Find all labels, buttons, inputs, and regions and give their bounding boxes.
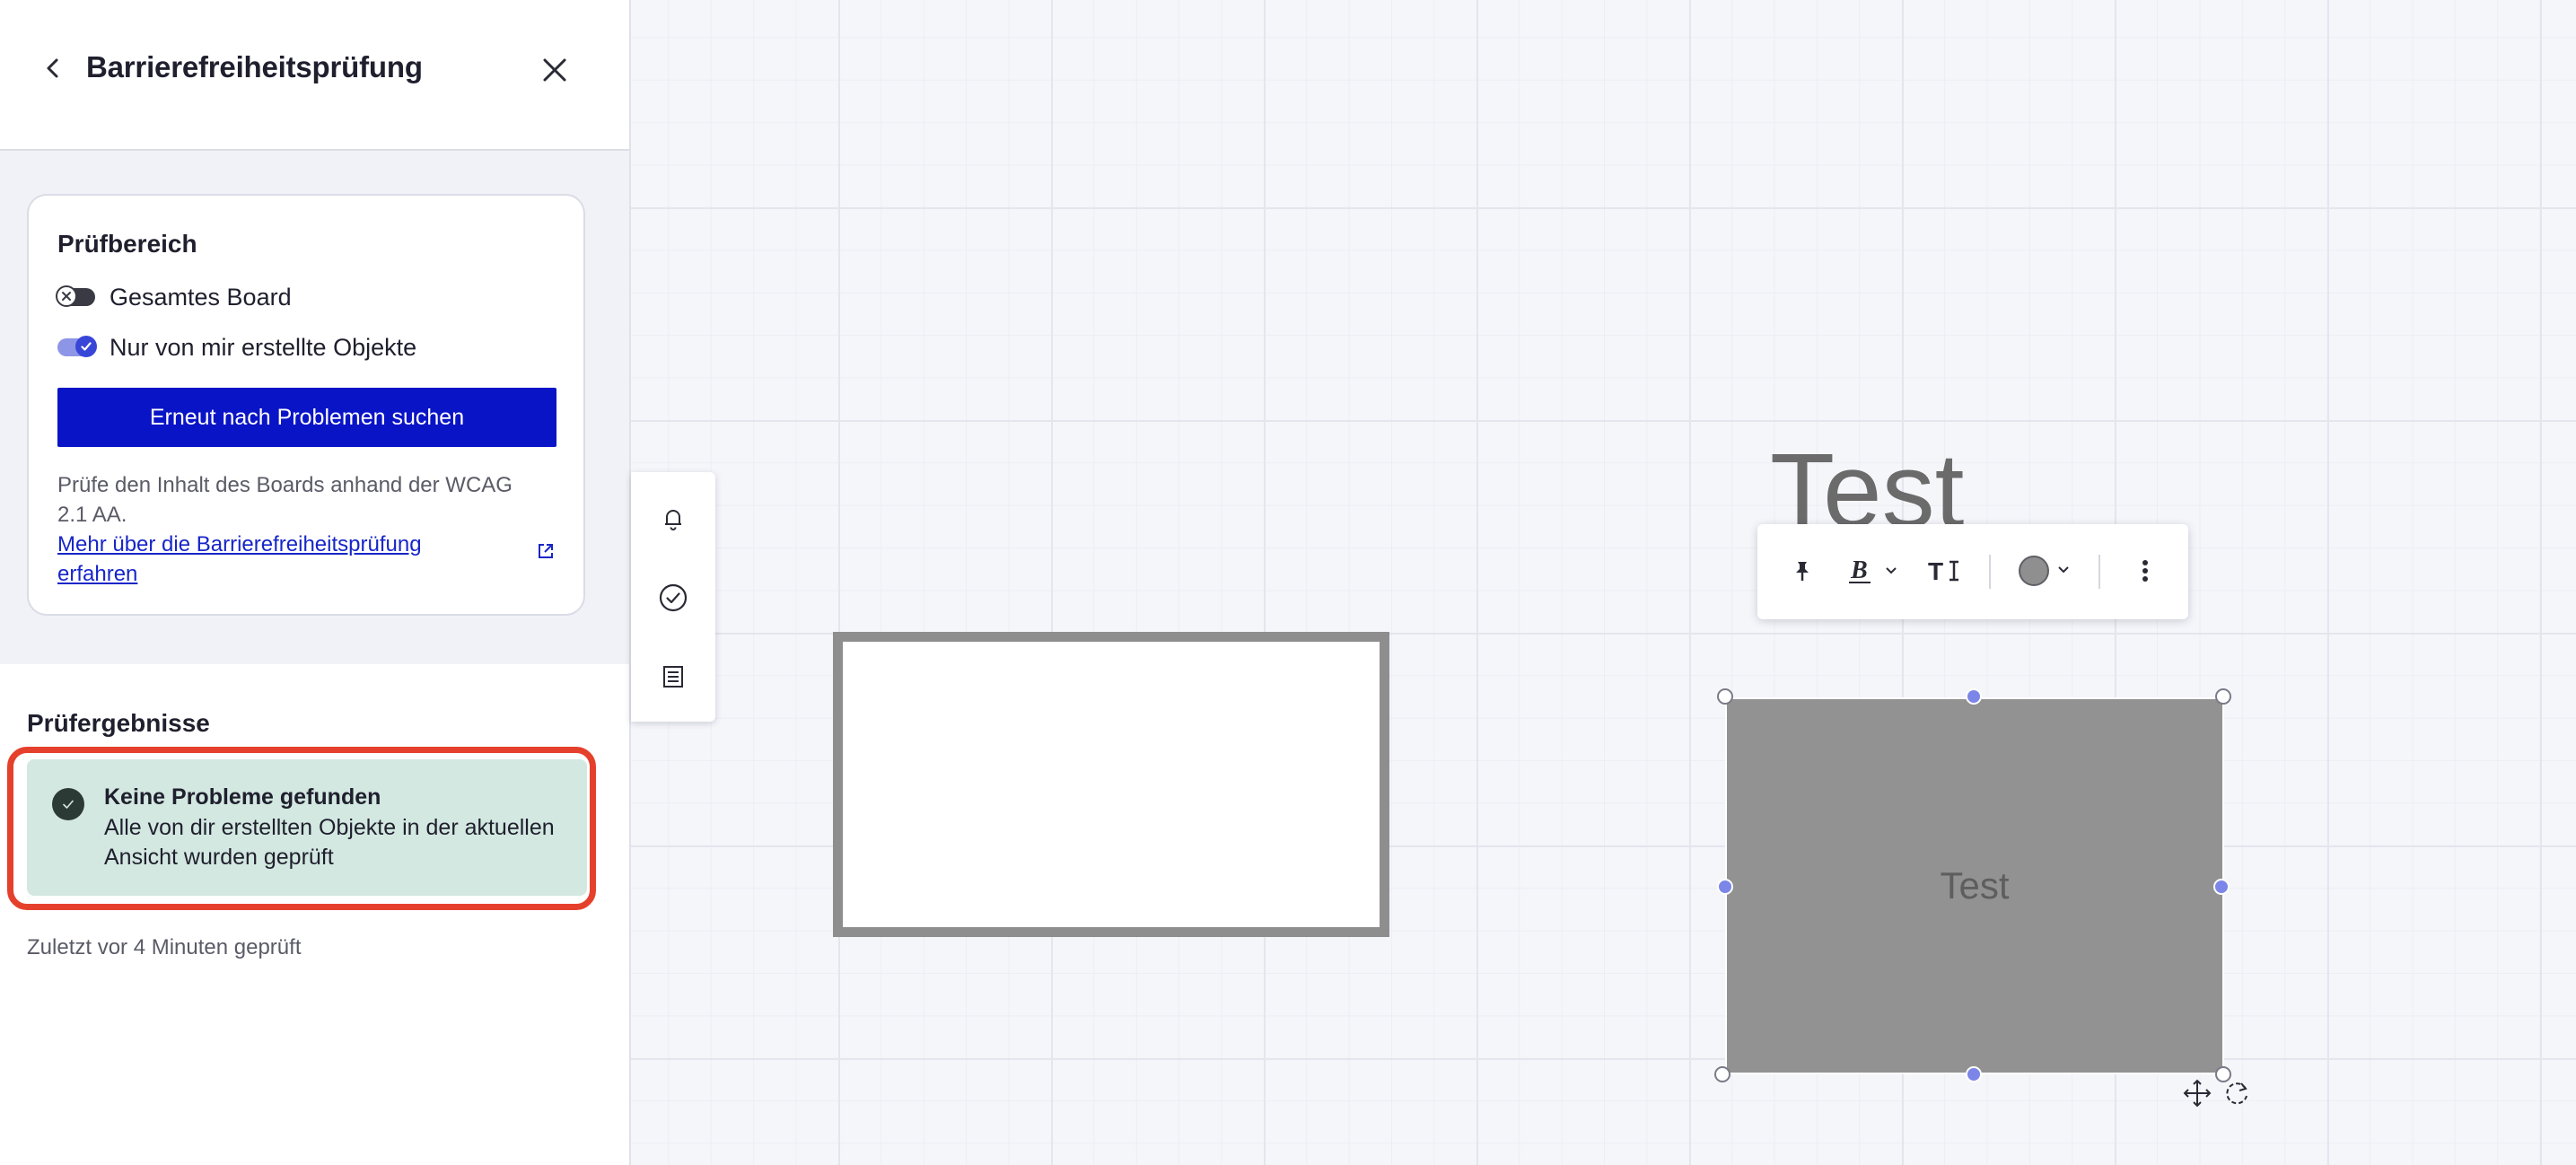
pin-icon — [1796, 562, 1809, 581]
scope-title: Prüfbereich — [57, 230, 197, 258]
notifications-button[interactable] — [655, 501, 691, 537]
resize-handle-bottom[interactable] — [1966, 1066, 1982, 1082]
shape-quick-tools — [2181, 1077, 2253, 1109]
check-circle-icon — [52, 788, 84, 820]
scope-description: Prüfe den Inhalt des Boards anhand der W… — [57, 473, 513, 527]
color-icon — [2019, 556, 2069, 586]
panel-title: Barrierefreiheitsprüfung — [86, 50, 423, 83]
result-card: Keine Probleme gefunden Alle von dir ers… — [27, 759, 587, 896]
scope-card: Prüfbereich Gesamtes Board Nur von mir e… — [27, 194, 585, 616]
rotate-icon — [2226, 1082, 2247, 1105]
toggle-label-whole-board: Gesamtes Board — [110, 283, 292, 311]
pin-button[interactable] — [1783, 551, 1822, 591]
board-canvas[interactable] — [631, 0, 2576, 1165]
back-button[interactable] — [38, 52, 70, 84]
svg-text:T: T — [1928, 557, 1943, 585]
accessibility-check-button[interactable] — [655, 580, 691, 616]
selected-rectangle-shape[interactable]: Test — [1725, 697, 2224, 1074]
scope-section: Prüfbereich Gesamtes Board Nur von mir e… — [0, 151, 629, 664]
move-button[interactable] — [2181, 1077, 2213, 1109]
notes-button[interactable] — [655, 659, 691, 695]
check-circle-icon — [659, 583, 688, 612]
move-icon — [2183, 1079, 2212, 1108]
color-picker-button[interactable] — [2016, 551, 2079, 591]
panel-header: Barrierefreiheitsprüfung — [0, 0, 629, 151]
toggle-whole-board[interactable]: Gesamtes Board — [56, 282, 292, 312]
rotate-button[interactable] — [2221, 1077, 2253, 1109]
resize-handle-bottom-left[interactable] — [1714, 1066, 1730, 1082]
more-icon — [2142, 560, 2148, 582]
external-link-icon[interactable] — [537, 542, 555, 560]
resize-handle-right[interactable] — [2213, 879, 2230, 895]
side-mini-toolbar — [631, 472, 715, 722]
resize-handle-top-right[interactable] — [2215, 688, 2231, 705]
chevron-left-icon — [47, 58, 58, 78]
text-size-button[interactable]: T — [1924, 551, 1967, 591]
more-options-button[interactable] — [2127, 551, 2163, 591]
toolbar-divider — [2098, 555, 2100, 589]
learn-more-link[interactable]: Mehr über die Barrierefreiheitsprüfung e… — [57, 530, 488, 589]
rescan-button[interactable]: Erneut nach Problemen suchen — [57, 388, 556, 447]
toggle-off-icon — [56, 285, 77, 307]
list-icon — [663, 666, 683, 688]
toggle-check-icon — [75, 336, 97, 357]
resize-handle-left[interactable] — [1717, 879, 1733, 895]
result-text: Alle von dir erstellten Objekte in der a… — [104, 815, 555, 870]
close-button[interactable] — [537, 52, 573, 88]
rectangle-frame-shape[interactable] — [833, 632, 1389, 937]
resize-handle-top-left[interactable] — [1717, 688, 1733, 705]
accessibility-panel: Barrierefreiheitsprüfung Prüfbereich Ges… — [0, 0, 631, 1165]
result-title: Keine Probleme gefunden — [104, 784, 381, 810]
last-checked-text: Zuletzt vor 4 Minuten geprüft — [27, 935, 302, 959]
toggle-label-my-objects: Nur von mir erstellte Objekte — [110, 333, 417, 361]
context-toolbar: B T — [1757, 524, 2188, 619]
bold-icon: B — [1849, 556, 1897, 584]
toggle-switch-off[interactable] — [56, 285, 95, 307]
toolbar-divider — [1989, 555, 1991, 589]
svg-text:B: B — [1850, 556, 1868, 584]
results-title: Prüfergebnisse — [27, 709, 210, 737]
bell-icon — [665, 510, 681, 530]
resize-handle-top[interactable] — [1966, 688, 1982, 705]
toggle-switch-on[interactable] — [57, 336, 97, 357]
text-size-icon: T — [1928, 557, 1958, 585]
close-icon — [543, 58, 566, 82]
bold-button[interactable]: B — [1847, 551, 1905, 591]
toggle-my-objects[interactable]: Nur von mir erstellte Objekte — [57, 332, 416, 363]
shape-label[interactable]: Test — [1725, 697, 2224, 1074]
